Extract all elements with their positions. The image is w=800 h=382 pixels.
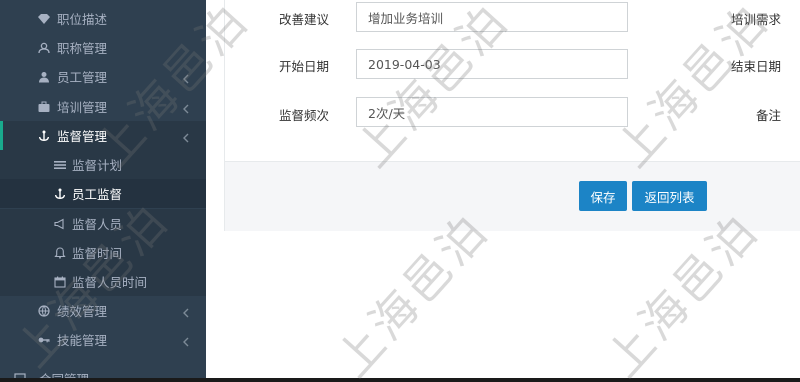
- user-icon: [36, 70, 52, 84]
- sidebar-item-label: 员工管理: [57, 70, 108, 85]
- sidebar-item-training-management[interactable]: 培训管理: [0, 92, 206, 121]
- sidebar-item-label: 绩效管理: [57, 304, 108, 319]
- form-footer: [225, 161, 800, 231]
- bell-icon: [52, 246, 68, 260]
- key-icon: [36, 333, 52, 347]
- start-date-label: 开始日期: [278, 59, 329, 74]
- chevron-left-icon: [182, 102, 190, 113]
- sidebar-subitem-label: 监督时间: [72, 246, 123, 261]
- anchor-icon: [52, 187, 68, 201]
- diamond-icon: [36, 12, 52, 26]
- sidebar-item-job-description[interactable]: 职位描述: [0, 4, 206, 33]
- start-date-field[interactable]: 2019-04-03: [356, 49, 628, 79]
- improvement-field[interactable]: 增加业务培训: [356, 2, 628, 32]
- sidebar-item-supervision-management[interactable]: 监督管理: [0, 121, 206, 150]
- sidebar-subitem-supervision-plan[interactable]: 监督计划: [0, 150, 206, 179]
- bottom-strip: [0, 378, 800, 382]
- sidebar: 职位描述 职称管理 员工管理 培训管理 监督管理 监督计划 员工监督 监督人员 …: [0, 0, 206, 378]
- sidebar-item-label: 监督管理: [57, 129, 108, 144]
- chevron-left-icon: [182, 335, 190, 346]
- sidebar-item-performance-management[interactable]: 绩效管理: [0, 296, 206, 325]
- form-panel: 改善建议 增加业务培训 培训需求 开始日期 2019-04-03 结束日期 监督…: [224, 0, 800, 231]
- sidebar-subitem-label: 监督人员时间: [72, 275, 148, 290]
- sidebar-subitem-supervision-staff-time[interactable]: 监督人员时间: [0, 267, 206, 296]
- sidebar-subitem-employee-supervision[interactable]: 员工监督: [0, 179, 206, 208]
- users-icon: [36, 41, 52, 55]
- list-icon: [52, 158, 68, 172]
- sidebar-item-label: 培训管理: [57, 100, 108, 115]
- back-to-list-button[interactable]: 返回列表: [632, 181, 707, 211]
- remark-label: 备注: [755, 108, 781, 123]
- sidebar-item-label: 技能管理: [57, 333, 108, 348]
- frequency-field[interactable]: 2次/天: [356, 97, 628, 127]
- end-date-label: 结束日期: [730, 59, 781, 74]
- sidebar-item-contract-management[interactable]: 合同管理: [0, 364, 206, 378]
- chevron-left-icon: [182, 306, 190, 317]
- sidebar-item-title-management[interactable]: 职称管理: [0, 33, 206, 62]
- sidebar-item-skill-management[interactable]: 技能管理: [0, 325, 206, 354]
- briefcase-icon: [36, 100, 52, 114]
- chevron-left-icon: [182, 131, 190, 142]
- sidebar-subitem-label: 监督人员: [72, 217, 123, 232]
- improvement-label: 改善建议: [278, 12, 329, 27]
- sidebar-subitem-supervision-time[interactable]: 监督时间: [0, 238, 206, 267]
- sidebar-subitem-label: 监督计划: [72, 158, 123, 173]
- chevron-left-icon: [182, 72, 190, 83]
- training-need-label: 培训需求: [730, 12, 781, 27]
- sidebar-subitem-label: 员工监督: [72, 187, 123, 202]
- save-button[interactable]: 保存: [579, 181, 627, 211]
- sidebar-subitem-supervision-staff[interactable]: 监督人员: [0, 209, 206, 238]
- calendar-icon: [52, 275, 68, 289]
- frequency-label: 监督频次: [278, 108, 329, 123]
- globe-icon: [36, 304, 52, 318]
- sidebar-item-employee-management[interactable]: 员工管理: [0, 62, 206, 91]
- sidebar-item-label: 合同管理: [39, 369, 89, 378]
- sidebar-item-label: 职位描述: [57, 12, 108, 27]
- sidebar-item-label: 职称管理: [57, 41, 108, 56]
- anchor-icon: [36, 129, 52, 143]
- bullhorn-icon: [52, 217, 68, 231]
